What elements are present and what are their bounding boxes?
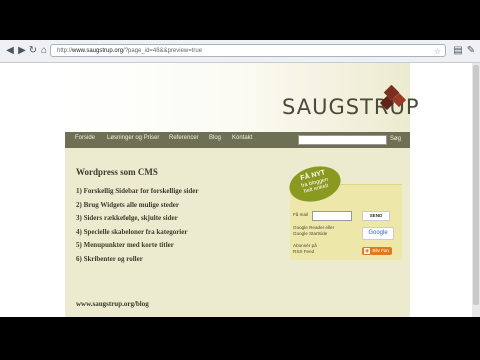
- google-reader-label: Google Reader eller: [293, 225, 335, 230]
- url-prefix: http://: [57, 48, 73, 54]
- nav-loesninger[interactable]: Løsninger og Priser: [107, 135, 159, 141]
- list-item: 6) Skribenter og roller: [76, 254, 143, 263]
- back-icon[interactable]: ◀: [4, 45, 16, 57]
- search-input[interactable]: [298, 135, 387, 145]
- send-button[interactable]: SEND: [362, 211, 390, 221]
- url-host: www.saugstrup.org: [72, 48, 124, 54]
- url-path: /?page_id=48&&preview=true: [123, 48, 203, 54]
- email-field[interactable]: [312, 211, 352, 221]
- mail-label: Få mail: [293, 212, 309, 217]
- nav-kontakt[interactable]: Kontakt: [232, 135, 252, 141]
- list-item: 3) Siders rækkefølge, skjulte sider: [76, 214, 178, 222]
- google-button[interactable]: Google: [362, 227, 394, 240]
- list-item: 4) Specielle skabeloner fra kategorier: [76, 227, 188, 236]
- nav-blog[interactable]: Blog: [209, 135, 221, 141]
- rss-fan-button[interactable]: ◉ Bliv Fan: [362, 247, 392, 255]
- search-button[interactable]: Søg: [390, 136, 401, 142]
- logo-mark-icon: [379, 85, 407, 111]
- nav-referencer[interactable]: Referencer: [169, 135, 199, 141]
- page-menu-icon[interactable]: ▤: [452, 45, 464, 57]
- blog-link[interactable]: www.saugstrup.org/blog: [76, 300, 149, 308]
- address-bar[interactable]: http://www.saugstrup.org/?page_id=48&&pr…: [50, 44, 446, 57]
- video-letterbox: [0, 317, 480, 360]
- bookmark-star-icon[interactable]: ☆: [434, 45, 441, 56]
- rss-icon: ◉: [364, 248, 370, 254]
- scrollbar-thumb[interactable]: [473, 65, 479, 305]
- web-page: SAUGSTRUP Forside Løsninger og Priser Re…: [0, 63, 472, 317]
- google-startside-label: Google Startside: [293, 231, 328, 236]
- browser-toolbar: ◀ ▶ ↻ ⌂ http://www.saugstrup.org/?page_i…: [0, 40, 480, 63]
- list-item: 1) Forskellig Sidebar for forskellige si…: [76, 187, 199, 195]
- rss-label: Abonnér på: [293, 243, 317, 248]
- wrench-icon[interactable]: ✎: [465, 45, 477, 57]
- home-icon[interactable]: ⌂: [38, 45, 50, 57]
- rss-fan-label: Bliv Fan: [372, 248, 389, 253]
- list-item: 2) Brug Widgets alle mulige steder: [76, 200, 179, 209]
- vertical-scrollbar[interactable]: [472, 63, 480, 317]
- rss-feed-label: RSS Feed: [293, 249, 315, 254]
- nav-forside[interactable]: Forside: [75, 135, 95, 141]
- list-item: 5) Menupunkter med korte titler: [76, 241, 174, 249]
- feature-list: 1) Forskellig Sidebar for forskellige si…: [76, 185, 198, 266]
- page-title: Wordpress som CMS: [76, 167, 158, 177]
- screen: ◀ ▶ ↻ ⌂ http://www.saugstrup.org/?page_i…: [0, 0, 480, 360]
